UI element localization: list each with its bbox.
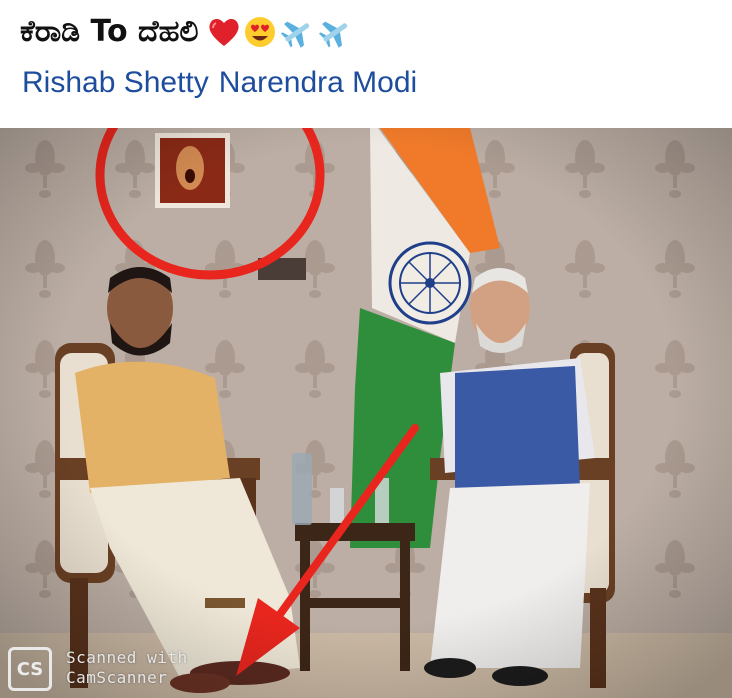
post-photo[interactable] [0, 128, 732, 698]
watermark-line2: CamScanner [66, 668, 168, 687]
tag-link[interactable]: Narendra Modi [219, 66, 417, 99]
photo-scene [0, 128, 732, 698]
post-header: ಕೆರಾಡಿ To ದೆಹಲಿ Rishab Shetty Narendra M… [0, 0, 732, 128]
camscanner-watermark: Scanned with CamScanner [66, 648, 188, 688]
camscanner-logo: CS [8, 647, 52, 691]
heart-eyes-icon [244, 16, 275, 47]
post-caption: ಕೆರಾಡಿ To ದೆಹಲಿ [20, 14, 353, 49]
tag-list: Rishab Shetty Narendra Modi [22, 66, 427, 100]
caption-emojis [207, 15, 353, 49]
airplane-icon [280, 21, 309, 48]
tag-link[interactable]: Rishab Shetty [22, 66, 209, 99]
watermark-line1: Scanned with [66, 648, 188, 667]
airplane-icon [318, 21, 347, 48]
heart-icon [208, 18, 239, 46]
caption-text: ಕೆರಾಡಿ To ದೆಹಲಿ [20, 14, 199, 49]
